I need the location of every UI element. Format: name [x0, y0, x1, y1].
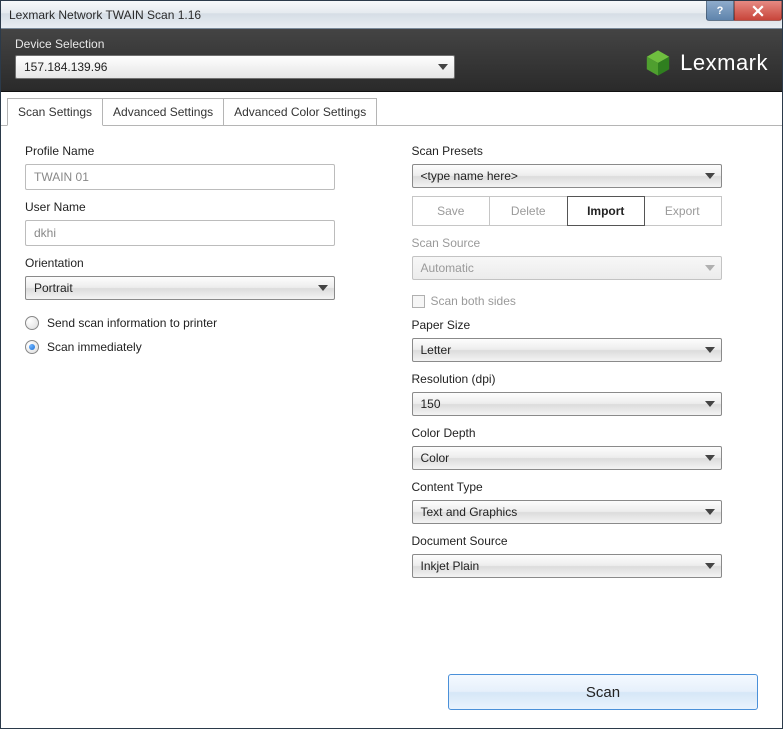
- device-selection-dropdown[interactable]: 157.184.139.96: [15, 55, 455, 79]
- preset-button-group: Save Delete Import Export: [412, 196, 722, 226]
- resolution-label: Resolution (dpi): [412, 372, 759, 386]
- radio-scan-label: Scan immediately: [47, 340, 142, 354]
- scan-presets-value: <type name here>: [421, 169, 518, 183]
- content-area: Profile Name TWAIN 01 User Name dkhi Ori…: [1, 126, 782, 662]
- close-button[interactable]: [734, 1, 782, 21]
- orientation-value: Portrait: [34, 281, 73, 295]
- profile-name-label: Profile Name: [25, 144, 372, 158]
- scan-both-sides-checkbox: Scan both sides: [412, 294, 759, 308]
- user-name-input[interactable]: dkhi: [25, 220, 335, 246]
- orientation-dropdown[interactable]: Portrait: [25, 276, 335, 300]
- radio-send-label: Send scan information to printer: [47, 316, 217, 330]
- scan-source-value: Automatic: [421, 261, 474, 275]
- color-depth-value: Color: [421, 451, 450, 465]
- device-selection-label: Device Selection: [15, 37, 644, 51]
- window-title: Lexmark Network TWAIN Scan 1.16: [9, 8, 201, 22]
- scan-both-sides-label: Scan both sides: [431, 294, 516, 308]
- chevron-down-icon: [705, 509, 715, 515]
- profile-name-value: TWAIN 01: [34, 170, 89, 184]
- color-depth-label: Color Depth: [412, 426, 759, 440]
- document-source-value: Inkjet Plain: [421, 559, 480, 573]
- user-name-label: User Name: [25, 200, 372, 214]
- document-source-label: Document Source: [412, 534, 759, 548]
- tabstrip: Scan Settings Advanced Settings Advanced…: [1, 92, 782, 126]
- chevron-down-icon: [705, 563, 715, 569]
- header-bar: Device Selection 157.184.139.96 Lexmark: [1, 29, 782, 92]
- profile-name-input[interactable]: TWAIN 01: [25, 164, 335, 190]
- right-column: Scan Presets <type name here> Save Delet…: [412, 144, 759, 652]
- resolution-value: 150: [421, 397, 441, 411]
- paper-size-dropdown[interactable]: Letter: [412, 338, 722, 362]
- chevron-down-icon: [705, 265, 715, 271]
- color-depth-dropdown[interactable]: Color: [412, 446, 722, 470]
- help-button[interactable]: ?: [706, 1, 734, 21]
- brand-name: Lexmark: [680, 50, 768, 76]
- preset-delete-button: Delete: [490, 197, 568, 225]
- chevron-down-icon: [705, 173, 715, 179]
- tab-scan-settings[interactable]: Scan Settings: [7, 98, 103, 126]
- titlebar-buttons: ?: [706, 1, 782, 21]
- scan-presets-dropdown[interactable]: <type name here>: [412, 164, 722, 188]
- document-source-dropdown[interactable]: Inkjet Plain: [412, 554, 722, 578]
- chevron-down-icon: [705, 401, 715, 407]
- preset-import-button[interactable]: Import: [567, 196, 646, 226]
- scan-presets-label: Scan Presets: [412, 144, 759, 158]
- scan-button[interactable]: Scan: [448, 674, 758, 710]
- user-name-value: dkhi: [34, 226, 56, 240]
- left-column: Profile Name TWAIN 01 User Name dkhi Ori…: [25, 144, 372, 652]
- radio-icon: [25, 316, 39, 330]
- checkbox-icon: [412, 295, 425, 308]
- scan-source-label: Scan Source: [412, 236, 759, 250]
- paper-size-value: Letter: [421, 343, 452, 357]
- content-type-value: Text and Graphics: [421, 505, 518, 519]
- footer: Scan: [1, 662, 782, 728]
- scan-source-dropdown: Automatic: [412, 256, 722, 280]
- paper-size-label: Paper Size: [412, 318, 759, 332]
- close-icon: [752, 5, 764, 17]
- device-block: Device Selection 157.184.139.96: [15, 37, 644, 79]
- scan-button-label: Scan: [586, 684, 620, 701]
- chevron-down-icon: [705, 455, 715, 461]
- chevron-down-icon: [438, 64, 448, 70]
- preset-export-button: Export: [644, 197, 721, 225]
- app-window: Lexmark Network TWAIN Scan 1.16 ? Device…: [0, 0, 783, 729]
- content-type-dropdown[interactable]: Text and Graphics: [412, 500, 722, 524]
- preset-save-button: Save: [413, 197, 491, 225]
- chevron-down-icon: [318, 285, 328, 291]
- radio-scan-immediately[interactable]: Scan immediately: [25, 340, 372, 354]
- tab-advanced-color-settings[interactable]: Advanced Color Settings: [224, 98, 377, 125]
- titlebar: Lexmark Network TWAIN Scan 1.16 ?: [1, 1, 782, 29]
- device-selection-value: 157.184.139.96: [24, 60, 107, 74]
- tab-advanced-settings[interactable]: Advanced Settings: [103, 98, 224, 125]
- radio-send-to-printer[interactable]: Send scan information to printer: [25, 316, 372, 330]
- content-type-label: Content Type: [412, 480, 759, 494]
- orientation-label: Orientation: [25, 256, 372, 270]
- lexmark-logo-icon: [644, 49, 672, 77]
- chevron-down-icon: [705, 347, 715, 353]
- radio-icon: [25, 340, 39, 354]
- resolution-dropdown[interactable]: 150: [412, 392, 722, 416]
- brand-logo: Lexmark: [644, 49, 768, 79]
